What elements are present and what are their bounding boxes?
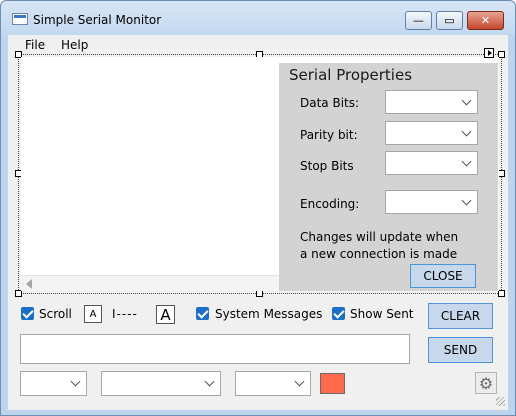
update-note-line1: Changes will update when [300,230,459,244]
chevron-down-icon [461,95,472,106]
system-messages-label: System Messages [215,307,323,321]
scroll-label: Scroll [39,307,72,321]
clear-button[interactable]: CLEAR [428,303,493,329]
resize-grip-icon[interactable] [496,397,505,406]
chevron-down-icon [461,126,472,137]
chevron-down-icon [461,156,472,167]
chevron-down-icon [204,376,215,387]
encoding-combo[interactable] [385,190,478,214]
parity-bit-combo[interactable] [385,121,478,145]
stop-bits-combo[interactable] [385,151,478,175]
baud-combo[interactable] [101,371,221,396]
chevron-down-icon [70,376,81,387]
chevron-down-icon [294,376,305,387]
smart-tag-arrow-icon[interactable] [484,48,494,58]
window-title: Simple Serial Monitor [33,13,162,27]
resize-handle[interactable] [498,51,505,58]
port-combo[interactable] [20,371,87,396]
app-window: Simple Serial Monitor — ▭ ✕ File Help Se… [0,0,516,416]
close-properties-button[interactable]: CLOSE [410,264,476,288]
resize-handle[interactable] [498,290,505,297]
system-messages-checkbox[interactable] [196,307,209,320]
resize-handle[interactable] [256,290,263,297]
title-bar[interactable]: Simple Serial Monitor — ▭ ✕ [1,1,515,35]
show-sent-checkbox[interactable] [332,307,345,320]
update-note: Changes will update when a new connectio… [300,229,458,263]
settings-gear-icon[interactable]: ⚙ [475,372,497,394]
resize-handle[interactable] [15,290,22,297]
maximize-button[interactable]: ▭ [436,11,463,30]
menu-file[interactable]: File [25,38,45,52]
font-small-icon[interactable]: A [84,305,102,323]
scroll-left-icon[interactable] [26,279,32,289]
close-window-button[interactable]: ✕ [467,11,504,30]
serial-properties-panel: Serial Properties Data Bits: Parity bit:… [279,63,498,291]
menu-help[interactable]: Help [61,38,88,52]
data-bits-combo[interactable] [385,90,478,114]
send-input[interactable] [20,334,410,364]
stop-bits-label: Stop Bits [300,159,354,173]
data-bits-label: Data Bits: [300,96,360,110]
app-icon [12,13,28,25]
scroll-checkbox[interactable] [21,307,34,320]
show-sent-label: Show Sent [350,307,414,321]
parity-bit-label: Parity bit: [300,128,358,142]
minimize-button[interactable]: — [405,11,432,30]
line-ending-combo[interactable] [235,371,311,396]
resize-handle[interactable] [498,170,505,177]
font-large-icon[interactable]: A [156,305,175,324]
client-area: File Help Serial Properties Data Bits: P… [8,35,508,410]
encoding-label: Encoding: [300,197,360,211]
update-note-line2: a new connection is made [300,247,458,261]
color-picker-swatch[interactable] [320,373,345,394]
horizontal-scrollbar[interactable] [21,275,279,291]
send-button[interactable]: SEND [428,337,493,363]
chevron-down-icon [461,195,472,206]
serial-properties-title: Serial Properties [289,66,413,84]
font-size-slider[interactable]: I---- [112,307,138,321]
